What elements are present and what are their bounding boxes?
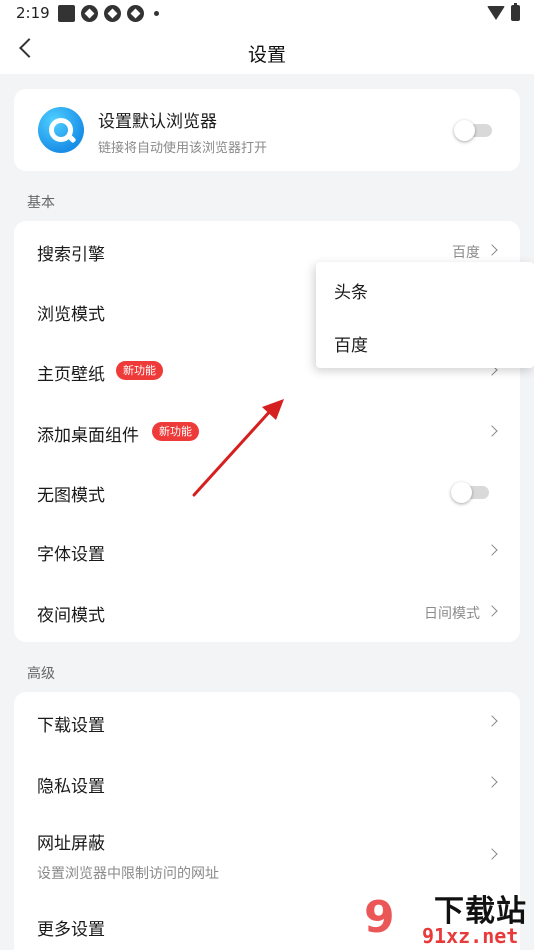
annotation-arrow-shaft [192,407,274,497]
watermark: 9 下载站 91xz.net [362,886,534,950]
watermark-url: 91xz.net [422,924,519,948]
annotation-arrow [192,399,284,497]
watermark-logo: 9 [364,892,395,943]
